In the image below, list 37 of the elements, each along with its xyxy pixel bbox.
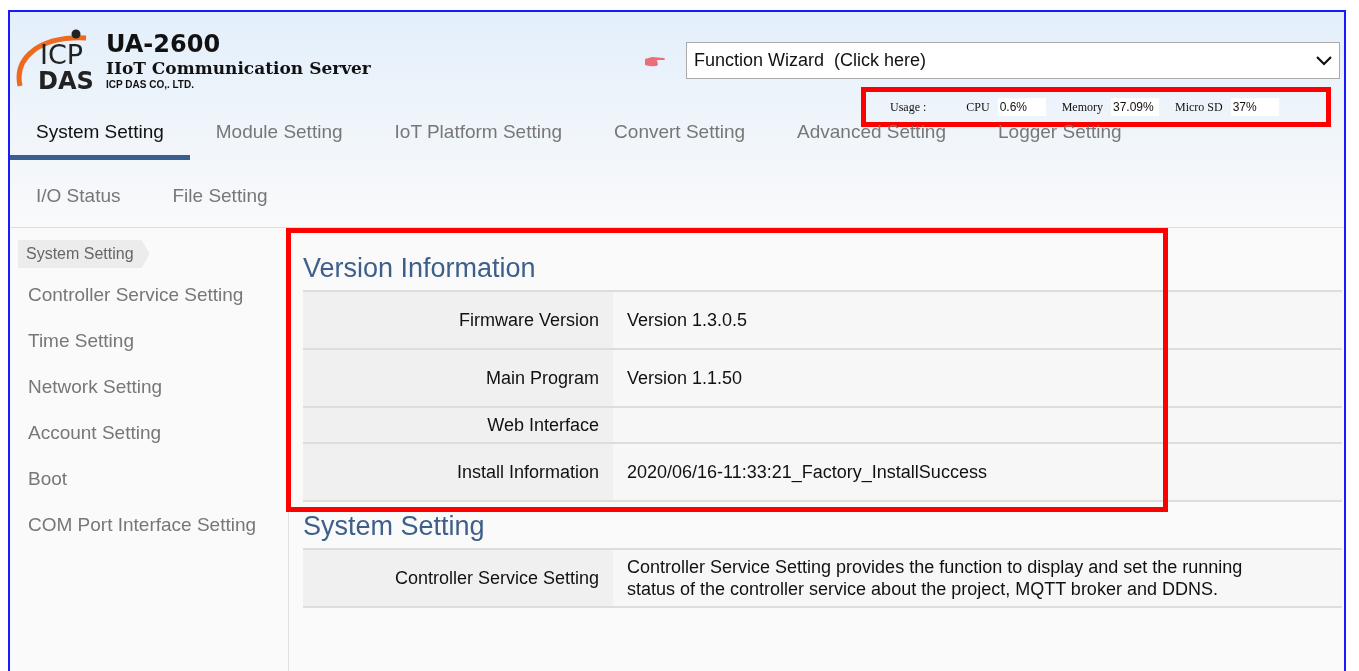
nav-tab[interactable]: Module Setting	[189, 112, 369, 160]
field-value: Version 1.1.50	[627, 367, 743, 389]
company-name: ICP DAS CO,. LTD.	[106, 78, 195, 92]
usage-value: 37%	[1230, 98, 1279, 116]
usage-name: CPU	[966, 99, 990, 116]
logo: ICP DAS	[14, 28, 106, 98]
usage-value: 0.6%	[997, 98, 1046, 116]
field-label: Firmware Version	[303, 292, 613, 348]
sidebar-item[interactable]: Controller Service Setting	[28, 282, 288, 307]
function-wizard-dropdown[interactable]: Function Wizard (Click here)	[686, 42, 1340, 79]
sidebar-item[interactable]: Account Setting	[28, 420, 288, 445]
sidebar-item[interactable]: Boot	[28, 466, 288, 491]
field-label: Install Information	[303, 444, 613, 500]
field-value: Controller Service Setting provides the function to display and set the running status of the controller service about the project, MQTT broker and DDNS.	[627, 556, 1244, 600]
section-title: Version Information	[303, 252, 537, 285]
usage-name: Micro SD	[1175, 99, 1223, 116]
field-label: Web Interface	[303, 408, 613, 442]
product-subtitle: IIoT Communication Server	[106, 58, 371, 78]
sidebar-item[interactable]: Network Setting	[28, 374, 288, 399]
sidebar-item[interactable]: Time Setting	[28, 328, 288, 353]
usage-value: 37.09%	[1111, 98, 1159, 116]
section-title: System Setting	[303, 510, 486, 543]
nav-tab[interactable]: I/O Status	[10, 176, 147, 224]
nav-tab[interactable]: System Setting	[10, 112, 190, 160]
nav-tab[interactable]: IoT Platform Setting	[368, 112, 589, 160]
field-value: Version 1.3.0.5	[627, 309, 748, 331]
chevron-down-icon	[1316, 55, 1332, 66]
sidebar-item[interactable]: COM Port Interface Setting	[28, 512, 288, 537]
breadcrumb[interactable]: System Setting	[18, 240, 150, 268]
nav-tab[interactable]: Convert Setting	[588, 112, 772, 160]
usage-label: Usage :	[890, 99, 927, 116]
nav-tab[interactable]: File Setting	[146, 176, 294, 224]
field-label: Main Program	[303, 350, 613, 406]
field-value: 2020/06/16-11:33:21_Factory_InstallSuccess	[627, 461, 987, 483]
usage-name: Memory	[1061, 99, 1103, 116]
field-label: Controller Service Setting	[303, 550, 613, 606]
product-name: UA-2600	[106, 30, 222, 58]
